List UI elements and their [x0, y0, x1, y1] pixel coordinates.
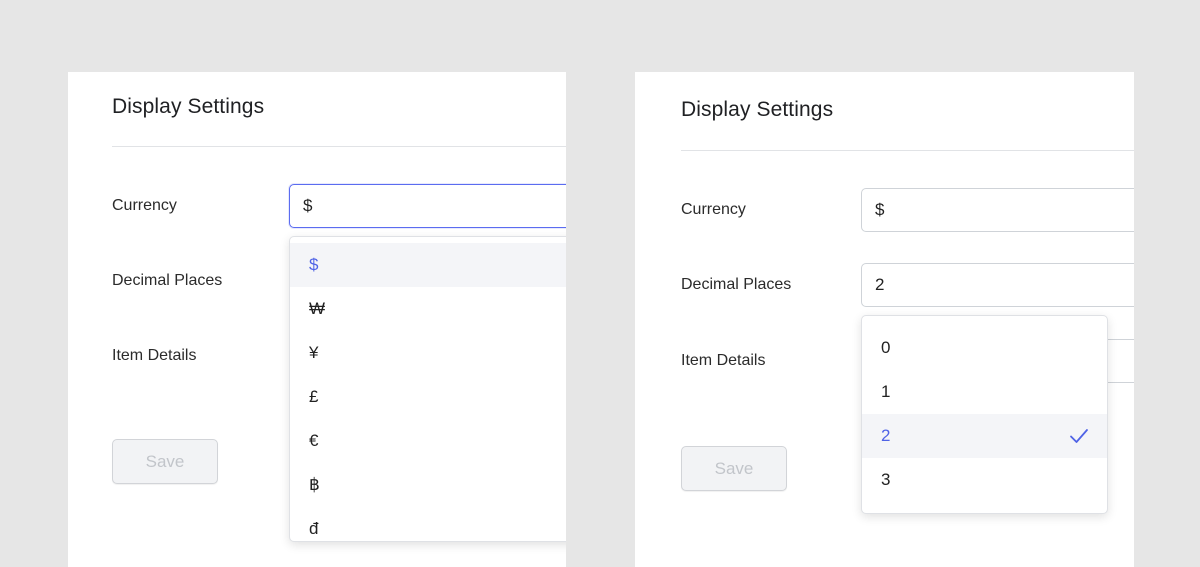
- currency-select[interactable]: $: [861, 188, 1134, 232]
- decimal-option[interactable]: 2: [862, 414, 1107, 458]
- display-settings-card-right: Display Settings Currency $ Decimal Plac…: [635, 72, 1134, 567]
- item-details-label: Item Details: [681, 352, 766, 369]
- item-details-label: Item Details: [112, 347, 197, 364]
- decimal-option-label: 0: [881, 338, 891, 357]
- title-divider: [681, 150, 1134, 151]
- decimal-places-select[interactable]: 2: [861, 263, 1134, 307]
- currency-option[interactable]: $: [290, 243, 566, 287]
- currency-option[interactable]: £: [290, 375, 566, 419]
- currency-option[interactable]: đ: [290, 507, 566, 541]
- display-settings-card-left: Display Settings Currency $ Decimal Plac…: [68, 72, 566, 567]
- currency-select[interactable]: $: [289, 184, 566, 228]
- page-title: Display Settings: [681, 98, 834, 121]
- decimal-option[interactable]: 1: [862, 370, 1107, 414]
- currency-option[interactable]: ₩: [290, 287, 566, 331]
- title-divider: [112, 146, 566, 147]
- save-button[interactable]: Save: [681, 446, 787, 491]
- decimal-places-label: Decimal Places: [681, 276, 792, 293]
- currency-label: Currency: [681, 201, 746, 218]
- page-title: Display Settings: [112, 95, 265, 118]
- decimal-option[interactable]: 3: [862, 458, 1107, 502]
- decimal-option-label: 3: [881, 470, 891, 489]
- currency-dropdown: $ ₩ ¥ £ € ฿ đ: [289, 236, 566, 542]
- currency-label: Currency: [112, 197, 177, 214]
- decimal-places-dropdown: 0 1 2 3: [861, 315, 1108, 514]
- decimal-option-label: 2: [881, 426, 891, 445]
- save-button[interactable]: Save: [112, 439, 218, 484]
- currency-option[interactable]: ¥: [290, 331, 566, 375]
- checkmark-icon: [1070, 429, 1088, 443]
- currency-option[interactable]: ฿: [290, 463, 566, 507]
- currency-option[interactable]: €: [290, 419, 566, 463]
- decimal-option-label: 1: [881, 382, 891, 401]
- decimal-places-label: Decimal Places: [112, 272, 223, 289]
- decimal-option[interactable]: 0: [862, 326, 1107, 370]
